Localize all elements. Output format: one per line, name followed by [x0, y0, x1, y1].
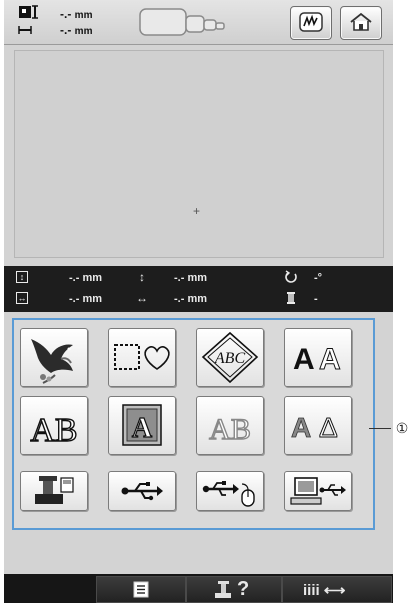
outline-alphabet-icon: AB — [208, 412, 251, 446]
size-icon — [18, 5, 38, 34]
pattern-list-button[interactable] — [96, 576, 186, 603]
help-label: ? — [237, 578, 250, 600]
hoop-icon — [139, 8, 225, 36]
floral-alphabet-icon: AB — [30, 411, 79, 449]
height-arrow-icon: ↕ — [16, 271, 28, 283]
frame-patterns-button[interactable] — [108, 328, 176, 387]
info-width-value: -.- — [69, 293, 80, 305]
outline-alphabet-letters: AB — [209, 413, 251, 446]
height-value: -.- — [60, 7, 72, 21]
info-thread-count: - — [314, 293, 318, 305]
monogram-diamond-icon: ABC — [201, 331, 259, 384]
info-vpos-value: -.- — [174, 272, 185, 284]
top-bar: -.- mm -.- mm — [4, 0, 393, 45]
computer-link-button[interactable] — [284, 471, 352, 511]
thread-spool-icon — [287, 292, 295, 304]
info-angle-unit: ° — [317, 272, 323, 284]
rotate-icon — [285, 270, 297, 283]
alphabet-letter-outline: A — [319, 343, 341, 376]
bottom-bar: ? iiii ⟷ — [4, 574, 393, 603]
embroidery-edit-icon — [299, 12, 323, 32]
alphabet-letter-solid: A — [293, 343, 315, 376]
greek-letter-a: A — [291, 412, 311, 443]
info-hpos-unit: mm — [187, 293, 208, 305]
usb-mouse-media-button[interactable] — [196, 471, 264, 511]
frame-shapes-icon — [114, 344, 170, 370]
info-height-unit: mm — [82, 272, 103, 284]
height-unit: mm — [74, 10, 93, 21]
info-width-unit: mm — [82, 293, 103, 305]
width-arrow-icon: ↔ — [16, 292, 28, 304]
cross-stitch-alphabet-button[interactable]: A — [108, 396, 176, 455]
home-icon — [350, 12, 372, 31]
pattern-info-bar: ↕ ↔ -.- mm -.- mm ↕ ↔ -.- mm -.- mm -° - — [4, 266, 393, 312]
width-unit: mm — [74, 26, 93, 37]
floral-alphabet-button[interactable]: AB — [20, 396, 88, 455]
outline-alphabet-button[interactable]: AB — [196, 396, 264, 455]
info-horizontal-position: -.- mm — [174, 293, 207, 305]
info-angle: -° — [314, 272, 322, 284]
usb-mouse-icon — [202, 481, 255, 507]
greek-letter-delta: Δ — [319, 412, 338, 443]
decorative-letter-icon: A — [122, 404, 162, 446]
center-mark: + — [193, 204, 201, 218]
width-readout: -.- mm — [60, 24, 92, 38]
computer-usb-icon — [290, 477, 346, 505]
floral-alphabet-letters: AB — [30, 412, 77, 449]
monogram-label: ABC — [214, 350, 246, 367]
spacing-label: iiii ⟷ — [303, 582, 346, 599]
pattern-preview-area: + — [14, 50, 384, 258]
screen: -.- mm -.- mm + ↕ ↔ -.- mm -.- mm ↕ ↔ -.… — [4, 0, 393, 603]
alphabet-font-icon: A A — [293, 343, 341, 377]
greek-alphabet-icon: A Δ — [291, 412, 339, 444]
horizontal-position-icon: ↔ — [136, 291, 148, 305]
home-button[interactable] — [340, 6, 382, 40]
sewing-machine-icon — [215, 581, 231, 598]
callout-number: ① — [395, 420, 409, 436]
machine-memory-icon — [35, 476, 74, 504]
info-hpos-value: -.- — [174, 293, 185, 305]
alphabet-fonts-button[interactable]: A A — [284, 328, 352, 387]
list-icon — [133, 581, 149, 598]
info-width: -.- mm — [69, 293, 102, 305]
embroidery-edit-button[interactable] — [290, 6, 332, 40]
spacing-button[interactable]: iiii ⟷ — [282, 576, 392, 603]
embroidery-patterns-button[interactable] — [20, 328, 88, 387]
greek-alphabet-button[interactable]: A Δ — [284, 396, 352, 455]
info-height: -.- mm — [69, 272, 102, 284]
machine-help-button[interactable]: ? — [186, 576, 282, 603]
usb-icon — [121, 482, 163, 501]
info-vertical-position: -.- mm — [174, 272, 207, 284]
usb-media-button[interactable] — [108, 471, 176, 511]
vertical-position-icon: ↕ — [139, 270, 145, 284]
callout-line — [369, 428, 391, 429]
machine-memory-button[interactable] — [20, 471, 88, 511]
monogram-button[interactable]: ABC — [196, 328, 264, 387]
info-vpos-unit: mm — [187, 272, 208, 284]
width-value: -.- — [60, 23, 72, 37]
pattern-category-panel: ABC A A AB A AB A Δ — [12, 318, 375, 530]
info-height-value: -.- — [69, 272, 80, 284]
height-readout: -.- mm — [60, 8, 92, 22]
decorative-letter: A — [132, 413, 153, 444]
bird-icon — [31, 339, 73, 384]
